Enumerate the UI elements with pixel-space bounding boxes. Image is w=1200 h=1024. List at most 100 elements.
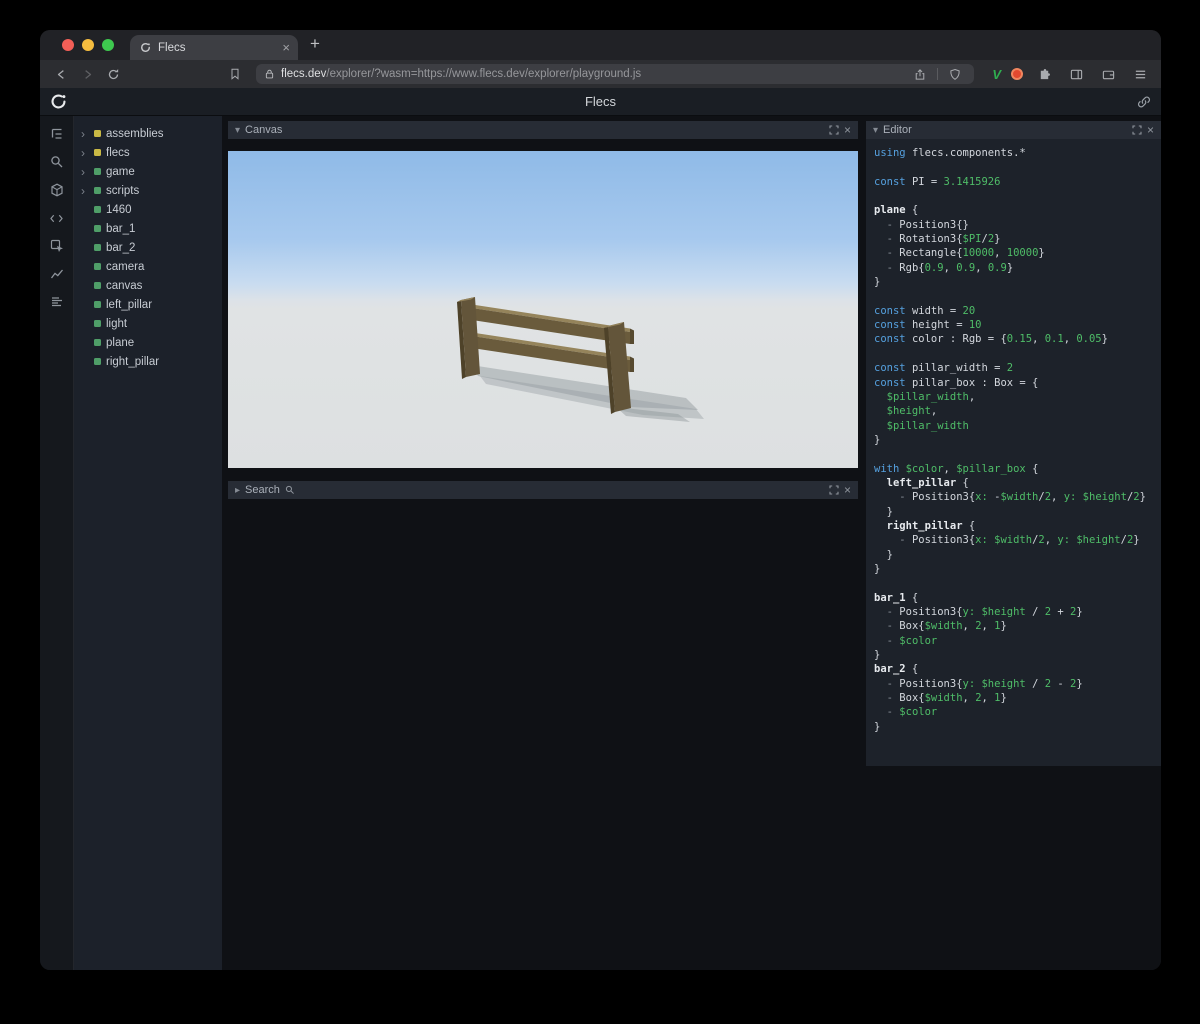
expand-arrow-icon[interactable]: › bbox=[81, 166, 89, 178]
code-line: } bbox=[874, 562, 881, 575]
entity-label: game bbox=[106, 165, 135, 178]
code-line: const pillar_box : Box = { bbox=[874, 376, 1039, 389]
tree-view-icon[interactable] bbox=[47, 126, 67, 142]
cube-icon[interactable] bbox=[47, 182, 67, 198]
code-line: - Position3{y: $height / 2 - 2} bbox=[874, 677, 1083, 690]
orange-extension-icon[interactable] bbox=[1011, 68, 1023, 80]
extensions-puzzle-icon[interactable] bbox=[1033, 64, 1055, 84]
forward-button[interactable] bbox=[76, 64, 98, 84]
3d-scene bbox=[228, 151, 858, 468]
inspector-icon[interactable] bbox=[47, 238, 67, 254]
canvas-3d-viewport[interactable] bbox=[228, 151, 858, 468]
code-line: - Rotation3{$PI/2} bbox=[874, 233, 1001, 246]
tree-item-game[interactable]: › game bbox=[74, 162, 222, 181]
tree-item-left_pillar[interactable]: ›left_pillar bbox=[74, 295, 222, 314]
code-editor[interactable]: using flecs.components.* const PI = 3.14… bbox=[866, 139, 1161, 766]
code-line: using flecs.components.* bbox=[874, 147, 1026, 159]
stats-icon[interactable] bbox=[47, 294, 67, 310]
chart-icon[interactable] bbox=[47, 266, 67, 282]
tree-item-assemblies[interactable]: › assemblies bbox=[74, 124, 222, 143]
expand-arrow-icon[interactable]: › bbox=[81, 185, 89, 197]
v-extension-icon[interactable]: V bbox=[992, 67, 1001, 82]
tree-item-1460[interactable]: ›1460 bbox=[74, 200, 222, 219]
traffic-lights bbox=[62, 39, 114, 51]
entity-color-square bbox=[94, 168, 101, 175]
code-line: - Box{$width, 2, 1} bbox=[874, 620, 1007, 633]
canvas-gap bbox=[228, 139, 858, 151]
browser-tab-bar: Flecs × + bbox=[40, 30, 1161, 60]
code-line: const pillar_width = 2 bbox=[874, 362, 1014, 375]
canvas-panel-header: ▾ Canvas × bbox=[228, 121, 858, 139]
reload-button[interactable] bbox=[102, 64, 124, 84]
tab-close-icon[interactable]: × bbox=[282, 41, 290, 54]
tree-item-light[interactable]: ›light bbox=[74, 314, 222, 333]
tree-item-camera[interactable]: ›camera bbox=[74, 257, 222, 276]
code-line: const width = 20 bbox=[874, 304, 976, 317]
code-line: - Rectangle{10000, 10000} bbox=[874, 247, 1045, 260]
window-minimize-button[interactable] bbox=[82, 39, 94, 51]
entity-color-square bbox=[94, 244, 101, 251]
close-panel-icon[interactable]: × bbox=[1147, 124, 1154, 136]
sidebar-toggle-icon[interactable] bbox=[1065, 64, 1087, 84]
collapse-chevron-icon[interactable]: ▾ bbox=[873, 125, 878, 136]
close-panel-icon[interactable]: × bbox=[844, 484, 851, 496]
editor-column: ▾ Editor × using flecs.components.* cons… bbox=[866, 116, 1161, 970]
entity-label: right_pillar bbox=[106, 355, 160, 368]
close-panel-icon[interactable]: × bbox=[844, 124, 851, 136]
search-panel-title: Search bbox=[245, 484, 280, 496]
expand-panel-icon[interactable] bbox=[1132, 125, 1142, 135]
tool-rail bbox=[40, 116, 74, 970]
code-line: $pillar_width bbox=[874, 419, 969, 432]
entity-label: left_pillar bbox=[106, 298, 153, 311]
share-link-icon[interactable] bbox=[1137, 95, 1151, 109]
tree-item-plane[interactable]: ›plane bbox=[74, 333, 222, 352]
expand-panel-icon[interactable] bbox=[829, 485, 839, 495]
tree-item-canvas[interactable]: ›canvas bbox=[74, 276, 222, 295]
tree-item-scripts[interactable]: › scripts bbox=[74, 181, 222, 200]
entity-color-square bbox=[94, 339, 101, 346]
tree-item-right_pillar[interactable]: ›right_pillar bbox=[74, 352, 222, 371]
code-line: bar_1 { bbox=[874, 591, 919, 604]
url-domain: flecs.dev bbox=[281, 68, 327, 80]
window-close-button[interactable] bbox=[62, 39, 74, 51]
code-line: - Position3{} bbox=[874, 218, 969, 231]
menu-icon[interactable] bbox=[1129, 64, 1151, 84]
collapse-chevron-icon[interactable]: ▾ bbox=[235, 125, 240, 136]
entity-color-square bbox=[94, 130, 101, 137]
new-tab-button[interactable]: + bbox=[310, 34, 320, 54]
code-content: using flecs.components.* const PI = 3.14… bbox=[874, 146, 1153, 734]
bookmark-icon[interactable] bbox=[224, 64, 246, 84]
tree-item-flecs[interactable]: › flecs bbox=[74, 143, 222, 162]
code-line: plane { bbox=[874, 204, 919, 217]
wallet-icon[interactable] bbox=[1097, 64, 1119, 84]
browser-window: Flecs × + flecs.dev/explorer/?wasm=https… bbox=[40, 30, 1161, 970]
address-bar[interactable]: flecs.dev/explorer/?wasm=https://www.fle… bbox=[256, 64, 975, 84]
expand-panel-icon[interactable] bbox=[829, 125, 839, 135]
tree-item-bar_2[interactable]: ›bar_2 bbox=[74, 238, 222, 257]
code-line: - Rgb{0.9, 0.9, 0.9} bbox=[874, 261, 1014, 274]
entity-label: canvas bbox=[106, 279, 143, 292]
entity-label: assemblies bbox=[106, 127, 164, 140]
expand-arrow-icon[interactable]: › bbox=[81, 128, 89, 140]
share-icon[interactable] bbox=[909, 64, 931, 84]
window-zoom-button[interactable] bbox=[102, 39, 114, 51]
entity-label: camera bbox=[106, 260, 145, 273]
browser-tab[interactable]: Flecs × bbox=[130, 35, 298, 60]
code-line: } bbox=[874, 548, 893, 561]
code-icon[interactable] bbox=[47, 210, 67, 226]
url-text: flecs.dev/explorer/?wasm=https://www.fle… bbox=[281, 68, 903, 80]
entity-tree: ›assemblies›flecs›game›scripts›1460›bar_… bbox=[74, 116, 222, 970]
extensions-area: V bbox=[992, 64, 1151, 84]
brave-shield-icon[interactable] bbox=[944, 64, 966, 84]
tree-item-bar_1[interactable]: ›bar_1 bbox=[74, 219, 222, 238]
collapse-chevron-icon[interactable]: ▸ bbox=[235, 485, 240, 496]
expand-arrow-icon[interactable]: › bbox=[81, 147, 89, 159]
divider bbox=[937, 68, 939, 80]
code-line: const PI = 3.1415926 bbox=[874, 175, 1001, 188]
search-icon[interactable] bbox=[47, 154, 67, 170]
entity-color-square bbox=[94, 206, 101, 213]
back-button[interactable] bbox=[50, 64, 72, 84]
code-line: $height, bbox=[874, 405, 938, 418]
